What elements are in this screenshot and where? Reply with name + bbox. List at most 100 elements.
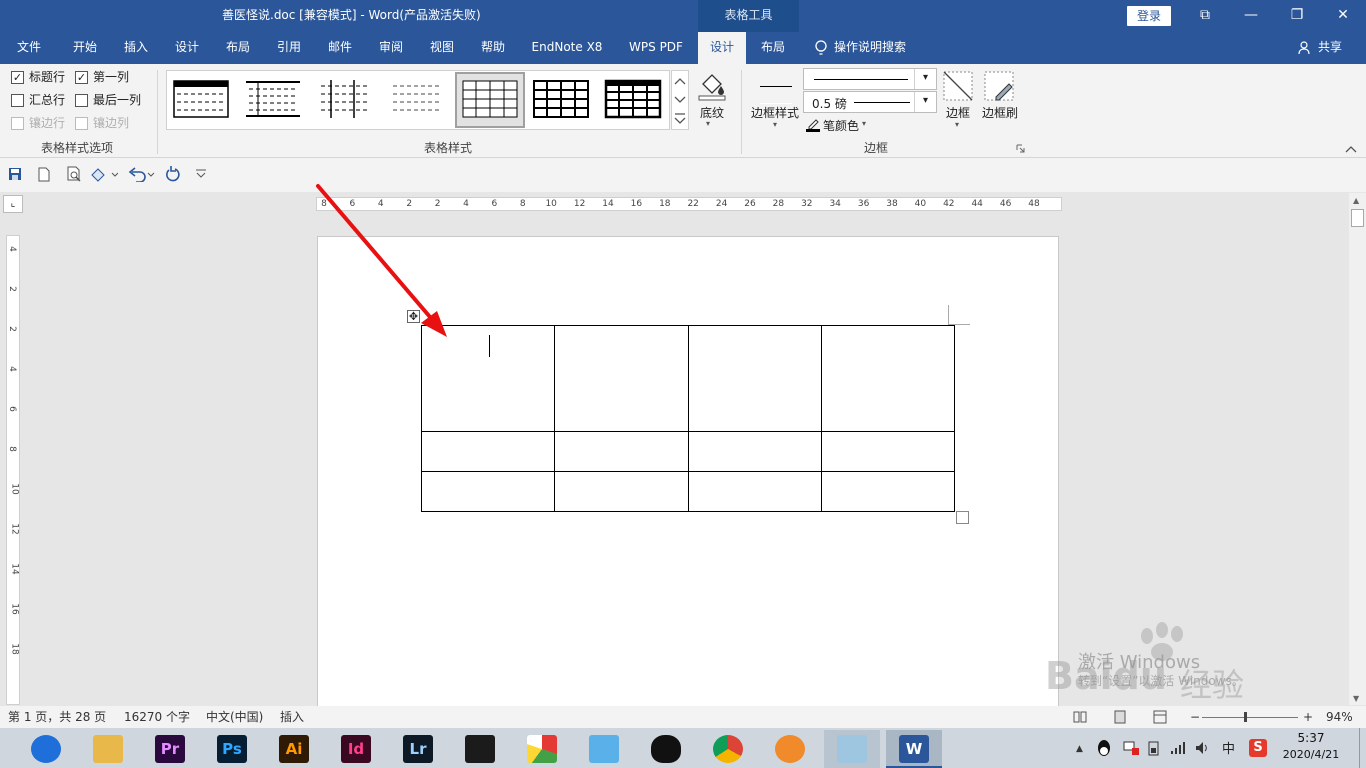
ime-indicator[interactable]: 中	[1222, 738, 1235, 757]
first-column-checkbox[interactable]: ✓	[75, 71, 88, 84]
table-cell[interactable]	[421, 431, 556, 472]
border-styles-button[interactable]: 边框样式	[748, 104, 802, 121]
border-painter-icon[interactable]	[984, 71, 1016, 101]
tab-file[interactable]: 文件	[6, 32, 52, 64]
ribbon-display-options-icon[interactable]: ⧉	[1182, 0, 1228, 32]
table-resize-handle[interactable]	[956, 511, 969, 524]
word-count-status[interactable]: 16270 个字	[124, 706, 190, 728]
undo-icon[interactable]	[128, 166, 156, 182]
gallery-more-icon[interactable]	[673, 112, 687, 126]
table-cell[interactable]	[687, 471, 822, 512]
battery-tray-icon[interactable]	[1146, 740, 1162, 756]
maximize-button[interactable]: ❐	[1274, 0, 1320, 32]
pen-color-button[interactable]: 笔颜色	[823, 117, 859, 134]
customize-qat-icon[interactable]	[195, 169, 207, 179]
tab-selector-icon[interactable]: ⌞	[3, 195, 23, 213]
print-preview-icon[interactable]	[66, 166, 82, 182]
taskbar-file-explorer[interactable]	[80, 730, 136, 768]
taskbar-chat-app[interactable]	[576, 730, 632, 768]
document-table[interactable]	[421, 325, 955, 512]
taskbar-photoshop[interactable]: Ps	[204, 730, 260, 768]
table-cell[interactable]	[820, 431, 955, 472]
login-button[interactable]: 登录	[1127, 6, 1171, 26]
page-count-status[interactable]: 第 1 页，共 28 页	[8, 706, 106, 728]
minimize-button[interactable]: —	[1228, 0, 1274, 32]
tab-help[interactable]: 帮助	[468, 32, 518, 64]
pen-color-icon[interactable]	[805, 116, 821, 132]
border-painter-button[interactable]: 边框刷	[979, 104, 1021, 121]
read-mode-icon[interactable]	[1073, 710, 1087, 724]
insert-mode-status[interactable]: 插入	[280, 706, 304, 728]
signal-tray-icon[interactable]	[1170, 740, 1186, 756]
network-error-tray-icon[interactable]	[1122, 740, 1140, 756]
shading-dropdown-icon[interactable]: ▾	[706, 119, 710, 128]
tab-insert[interactable]: 插入	[112, 32, 160, 64]
table-style-header[interactable]	[242, 76, 304, 122]
borders-dropdown-icon[interactable]: ▾	[955, 120, 959, 129]
touch-mode-icon[interactable]	[90, 166, 118, 182]
vertical-scrollbar[interactable]: ▲ ▼	[1349, 193, 1366, 705]
new-document-icon[interactable]	[37, 167, 51, 182]
zoom-out-icon[interactable]: −	[1190, 706, 1200, 728]
table-style-grid-heavy[interactable]	[602, 76, 664, 122]
redo-icon[interactable]	[163, 165, 181, 183]
gallery-up-icon[interactable]	[673, 74, 687, 88]
taskbar-word[interactable]: W	[886, 730, 942, 768]
line-weight-dropdown[interactable]: 0.5 磅 ▾	[803, 91, 937, 113]
pen-color-dropdown-icon[interactable]: ▾	[862, 119, 866, 128]
close-button[interactable]: ✕	[1320, 0, 1366, 32]
table-style-plain[interactable]	[170, 76, 232, 122]
borders-icon[interactable]	[943, 71, 973, 101]
header-row-checkbox[interactable]: ✓	[11, 71, 24, 84]
taskbar-fox-app[interactable]	[762, 730, 818, 768]
clock-time[interactable]: 5:37	[1282, 731, 1340, 745]
tray-expand-icon[interactable]: ▲	[1076, 744, 1083, 754]
taskbar-illustrator[interactable]: Ai	[266, 730, 322, 768]
shading-button[interactable]: 底纹	[694, 104, 730, 121]
tell-me-search[interactable]: 操作说明搜索	[834, 32, 920, 64]
table-style-grid-bold[interactable]	[530, 76, 592, 122]
table-cell[interactable]	[820, 471, 955, 512]
qq-tray-icon[interactable]	[1096, 739, 1112, 757]
borders-button[interactable]: 边框	[942, 104, 974, 121]
taskbar-video-editor[interactable]	[452, 730, 508, 768]
zoom-level[interactable]: 94%	[1326, 706, 1353, 728]
total-row-checkbox[interactable]	[11, 94, 24, 107]
border-styles-dropdown-icon[interactable]: ▾	[773, 120, 777, 129]
clock-date[interactable]: 2020/4/21	[1278, 748, 1344, 761]
table-style-dashed[interactable]	[386, 76, 448, 122]
gallery-down-icon[interactable]	[673, 93, 687, 107]
taskbar-lightroom[interactable]: Lr	[390, 730, 446, 768]
tab-layout[interactable]: 布局	[214, 32, 262, 64]
taskbar-indesign[interactable]: Id	[328, 730, 384, 768]
taskbar-umbrella-app[interactable]	[514, 730, 570, 768]
dialog-launcher-icon[interactable]	[1016, 144, 1025, 153]
tab-mailings[interactable]: 邮件	[316, 32, 364, 64]
save-icon[interactable]	[8, 167, 22, 181]
tab-home[interactable]: 开始	[60, 32, 110, 64]
language-status[interactable]: 中文(中国)	[206, 706, 263, 728]
taskbar-premiere[interactable]: Pr	[142, 730, 198, 768]
print-layout-icon[interactable]	[1113, 710, 1127, 724]
table-style-first-column[interactable]	[314, 76, 376, 122]
table-move-handle-icon[interactable]: ✥	[407, 310, 420, 323]
border-styles-preview[interactable]	[760, 72, 792, 104]
table-cell[interactable]	[554, 431, 689, 472]
taskbar-qq[interactable]	[638, 730, 694, 768]
tab-table-design[interactable]: 设计	[698, 32, 746, 64]
horizontal-ruler[interactable]: 8 6 4 2 2 4 6 8 10 12 14 16 18 22 24 26 28 32 34 36 38 40 42 44…	[316, 197, 1062, 211]
tab-view[interactable]: 视图	[418, 32, 466, 64]
table-cell[interactable]	[554, 325, 689, 432]
zoom-slider[interactable]	[1202, 717, 1298, 718]
line-style-dropdown[interactable]: ▾	[803, 68, 937, 90]
table-cell[interactable]	[687, 325, 822, 432]
collapse-ribbon-icon[interactable]	[1345, 144, 1357, 154]
tab-review[interactable]: 审阅	[366, 32, 416, 64]
taskbar-browser[interactable]	[18, 730, 74, 768]
tab-endnote[interactable]: EndNote X8	[522, 32, 612, 64]
taskbar-notes-app[interactable]	[824, 730, 880, 768]
tab-wps-pdf[interactable]: WPS PDF	[616, 32, 696, 64]
volume-tray-icon[interactable]	[1194, 740, 1210, 756]
tab-table-layout[interactable]: 布局	[748, 32, 798, 64]
show-desktop-button[interactable]	[1359, 728, 1366, 768]
